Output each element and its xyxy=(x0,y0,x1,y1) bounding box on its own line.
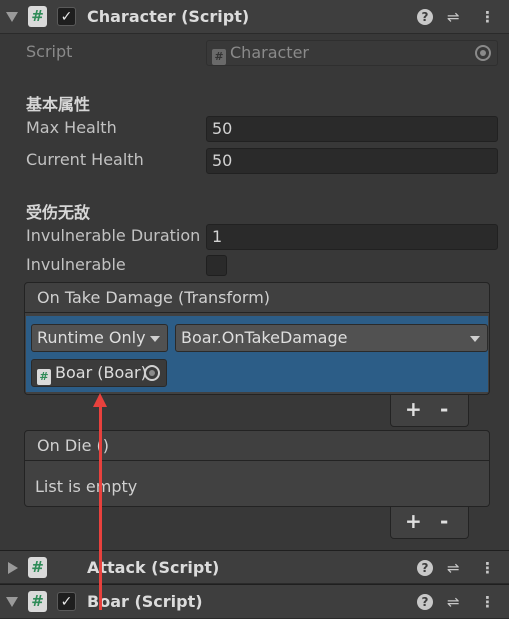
script-field-value: Character xyxy=(230,43,309,62)
function-value: Boar.OnTakeDamage xyxy=(181,328,348,347)
function-dropdown[interactable]: Boar.OnTakeDamage xyxy=(175,324,488,352)
script-label: Script xyxy=(26,42,73,61)
annotation-arrow-head xyxy=(93,393,107,407)
help-icon[interactable]: ? xyxy=(417,9,433,25)
script-hash-icon: # xyxy=(28,591,47,612)
event-header-on-die: On Die () xyxy=(24,430,490,461)
invulnerable-checkbox[interactable] xyxy=(206,255,227,276)
current-health-input[interactable]: 50 xyxy=(206,148,498,174)
component-title: Attack (Script) xyxy=(87,558,220,577)
target-hash-icon: # xyxy=(37,369,51,385)
help-icon[interactable]: ? xyxy=(417,560,433,576)
component-enabled-checkbox[interactable]: ✓ xyxy=(57,592,76,611)
chevron-down-icon xyxy=(470,336,480,342)
context-menu-icon[interactable]: ⋮ xyxy=(480,592,495,612)
on-die-add-remove: + - xyxy=(390,507,469,539)
remove-listener-button[interactable]: - xyxy=(440,397,448,421)
preset-settings-icon[interactable]: ⇌ xyxy=(447,592,460,612)
preset-settings-icon[interactable]: ⇌ xyxy=(447,7,460,27)
annotation-arrow-shaft xyxy=(99,400,102,610)
context-menu-icon[interactable]: ⋮ xyxy=(480,558,495,578)
max-health-label: Max Health xyxy=(26,118,117,137)
component-header-boar[interactable]: # ✓ Boar (Script) ? ⇌ ⋮ xyxy=(0,584,509,619)
component-header-attack[interactable]: # Attack (Script) ? ⇌ ⋮ xyxy=(0,550,509,584)
component-title: Character (Script) xyxy=(87,7,250,26)
foldout-expanded-icon[interactable] xyxy=(6,597,18,607)
target-object-value: Boar (Boar) xyxy=(55,363,147,382)
object-picker-icon xyxy=(475,45,491,61)
runtime-mode-value: Runtime Only xyxy=(37,328,146,347)
invulnerable-label: Invulnerable xyxy=(26,255,126,274)
add-listener-button[interactable]: + xyxy=(405,397,422,421)
chevron-down-icon xyxy=(150,336,160,342)
preset-settings-icon[interactable]: ⇌ xyxy=(447,558,460,578)
component-header-character[interactable]: # ✓ Character (Script) ? ⇌ ⋮ xyxy=(0,0,509,34)
section-basic-attributes: 基本属性 xyxy=(26,95,91,114)
script-hash-icon: # xyxy=(28,557,47,578)
help-icon[interactable]: ? xyxy=(417,594,433,610)
script-field-hash-icon: # xyxy=(212,49,226,65)
remove-listener-button[interactable]: - xyxy=(440,509,448,533)
invulnerable-duration-input[interactable]: 1 xyxy=(206,224,498,250)
component-enabled-checkbox[interactable]: ✓ xyxy=(57,7,76,26)
context-menu-icon[interactable]: ⋮ xyxy=(480,7,495,27)
script-hash-icon: # xyxy=(28,6,47,27)
max-health-input[interactable]: 50 xyxy=(206,116,498,142)
foldout-collapsed-icon[interactable] xyxy=(8,562,18,574)
section-invulnerable: 受伤无敌 xyxy=(26,203,91,222)
foldout-expanded-icon[interactable] xyxy=(6,12,18,22)
component-title: Boar (Script) xyxy=(87,592,203,611)
add-listener-button[interactable]: + xyxy=(405,509,422,533)
event-header-on-take-damage: On Take Damage (Transform) xyxy=(24,282,490,313)
invulnerable-duration-label: Invulnerable Duration xyxy=(26,226,201,245)
on-take-damage-add-remove: + - xyxy=(390,395,469,427)
current-health-label: Current Health xyxy=(26,150,144,169)
list-empty-text: List is empty xyxy=(35,477,138,496)
script-object-field: # Character xyxy=(206,40,498,66)
target-picker-icon[interactable] xyxy=(144,365,160,381)
runtime-mode-dropdown[interactable]: Runtime Only xyxy=(31,324,168,352)
